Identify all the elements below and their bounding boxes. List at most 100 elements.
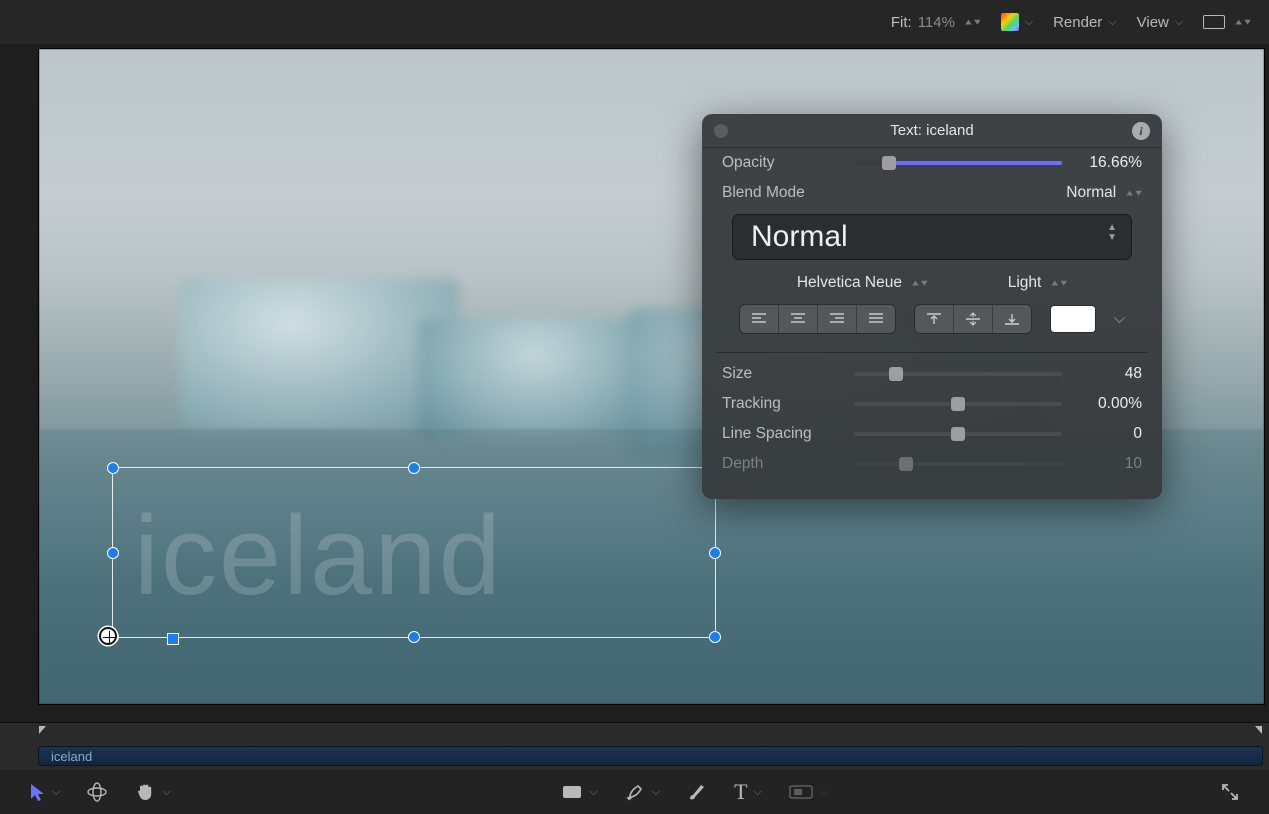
viewer: iceland Text: iceland i: [0, 44, 1269, 709]
select-tool[interactable]: ⌵: [28, 782, 60, 802]
text-style-value: Normal: [751, 220, 848, 254]
hud-header[interactable]: Text: iceland i: [702, 114, 1162, 148]
text-object[interactable]: iceland: [134, 489, 694, 624]
depth-value: 10: [1074, 455, 1142, 473]
resize-handle[interactable]: [408, 462, 420, 474]
shape-tool[interactable]: ⌵: [561, 783, 597, 801]
fit-label: Fit:: [891, 14, 912, 31]
text-start-handle[interactable]: [167, 633, 179, 645]
slider-knob: [899, 457, 913, 471]
clip-label: iceland: [51, 749, 92, 764]
opacity-label: Opacity: [722, 154, 842, 172]
depth-label: Depth: [722, 455, 842, 473]
align-right-button[interactable]: [817, 305, 856, 333]
view-label: View: [1137, 14, 1169, 31]
resize-handle[interactable]: [709, 631, 721, 643]
blend-mode-row: Blend Mode Normal ▲▼: [702, 178, 1162, 208]
aspect-control[interactable]: ▲▼: [1203, 15, 1251, 29]
slider-knob[interactable]: [951, 427, 965, 441]
out-point-marker[interactable]: [1253, 725, 1263, 743]
timeline-clip[interactable]: iceland: [38, 746, 1263, 766]
scene-iceberg: [179, 279, 459, 429]
linespacing-slider[interactable]: [854, 432, 1062, 436]
tracking-slider[interactable]: [854, 402, 1062, 406]
size-value[interactable]: 48: [1074, 365, 1142, 383]
render-menu[interactable]: Render ⌵: [1053, 14, 1117, 31]
color-dropdown[interactable]: ⌵: [1114, 310, 1126, 328]
tracking-row: Tracking 0.00%: [702, 389, 1162, 419]
size-row: Size 48: [702, 359, 1162, 389]
ruler[interactable]: [0, 722, 1269, 744]
align-center-button[interactable]: [778, 305, 817, 333]
opacity-value[interactable]: 16.66%: [1074, 154, 1142, 172]
aspect-icon: [1203, 15, 1225, 29]
close-icon[interactable]: [714, 124, 728, 138]
resize-handle[interactable]: [107, 547, 119, 559]
font-weight-value: Light: [1008, 274, 1042, 292]
slider-knob[interactable]: [951, 397, 965, 411]
bottom-toolbar: ⌵ ⌵ ⌵ ⌵ T ⌵ ⌵: [0, 770, 1269, 814]
horizontal-align-segment: [739, 304, 896, 334]
slider-knob[interactable]: [889, 367, 903, 381]
color-profile-swatch[interactable]: ⌵: [1001, 13, 1033, 31]
mini-timeline: iceland: [0, 744, 1269, 770]
brush-icon: [686, 781, 708, 803]
tracking-label: Tracking: [722, 395, 842, 413]
opacity-row: Opacity 16.66%: [702, 148, 1162, 178]
fullscreen-button[interactable]: [1219, 781, 1241, 803]
pen-icon: [624, 781, 646, 803]
align-justify-button[interactable]: [856, 305, 895, 333]
vertical-align-segment: [914, 304, 1032, 334]
hud-panel: Text: iceland i Opacity 16.66% ↖ Blend M…: [702, 114, 1162, 499]
text-color-well[interactable]: [1050, 305, 1096, 333]
linespacing-row: Line Spacing 0: [702, 419, 1162, 449]
blend-mode-select[interactable]: Normal ▲▼: [854, 184, 1142, 202]
size-slider[interactable]: [854, 372, 1062, 376]
mask-icon: [788, 783, 814, 801]
expand-icon: [1219, 781, 1241, 803]
text-tool[interactable]: T ⌵: [734, 779, 762, 805]
slider-knob[interactable]: [882, 156, 896, 170]
pen-tool[interactable]: ⌵: [624, 781, 660, 803]
mask-tool[interactable]: ⌵: [788, 783, 828, 801]
font-weight-select[interactable]: Light ▲▼: [1008, 274, 1067, 292]
depth-slider: [854, 462, 1062, 466]
valign-bottom-button[interactable]: [992, 305, 1031, 333]
resize-handle[interactable]: [107, 462, 119, 474]
depth-row: Depth 10: [702, 449, 1162, 479]
valign-top-button[interactable]: [915, 305, 953, 333]
size-label: Size: [722, 365, 842, 383]
align-left-button[interactable]: [740, 305, 778, 333]
fit-value: 114%: [918, 14, 955, 31]
valign-middle-button[interactable]: [953, 305, 992, 333]
align-row: ⌵: [702, 302, 1162, 348]
text-icon: T: [734, 779, 747, 805]
font-family-select[interactable]: Helvetica Neue ▲▼: [797, 274, 928, 292]
selection-box: [112, 467, 716, 638]
opacity-slider[interactable]: [854, 161, 1062, 165]
font-family-value: Helvetica Neue: [797, 274, 902, 292]
arrow-icon: [28, 782, 46, 802]
view-menu[interactable]: View ⌵: [1137, 14, 1184, 31]
font-row: Helvetica Neue ▲▼ Light ▲▼: [702, 270, 1162, 302]
resize-handle[interactable]: [408, 631, 420, 643]
pan-tool[interactable]: ⌵: [134, 781, 170, 803]
orbit-icon: [86, 781, 108, 803]
linespacing-label: Line Spacing: [722, 425, 842, 443]
in-point-marker[interactable]: [38, 725, 48, 743]
hud-title: Text: iceland: [890, 122, 973, 139]
linespacing-value[interactable]: 0: [1074, 425, 1142, 443]
blend-mode-label: Blend Mode: [722, 184, 842, 202]
hand-icon: [134, 781, 156, 803]
render-label: Render: [1053, 14, 1102, 31]
anchor-point[interactable]: [99, 627, 117, 645]
rectangle-icon: [561, 783, 583, 801]
tracking-value[interactable]: 0.00%: [1074, 395, 1142, 413]
paint-tool[interactable]: [686, 781, 708, 803]
text-style-select[interactable]: Normal ▲▼: [732, 214, 1132, 260]
info-icon[interactable]: i: [1132, 122, 1150, 140]
3d-transform-tool[interactable]: [86, 781, 108, 803]
resize-handle[interactable]: [709, 547, 721, 559]
color-wheel-icon: [1001, 13, 1019, 31]
fit-zoom-control[interactable]: Fit: 114% ▲▼: [891, 14, 981, 31]
